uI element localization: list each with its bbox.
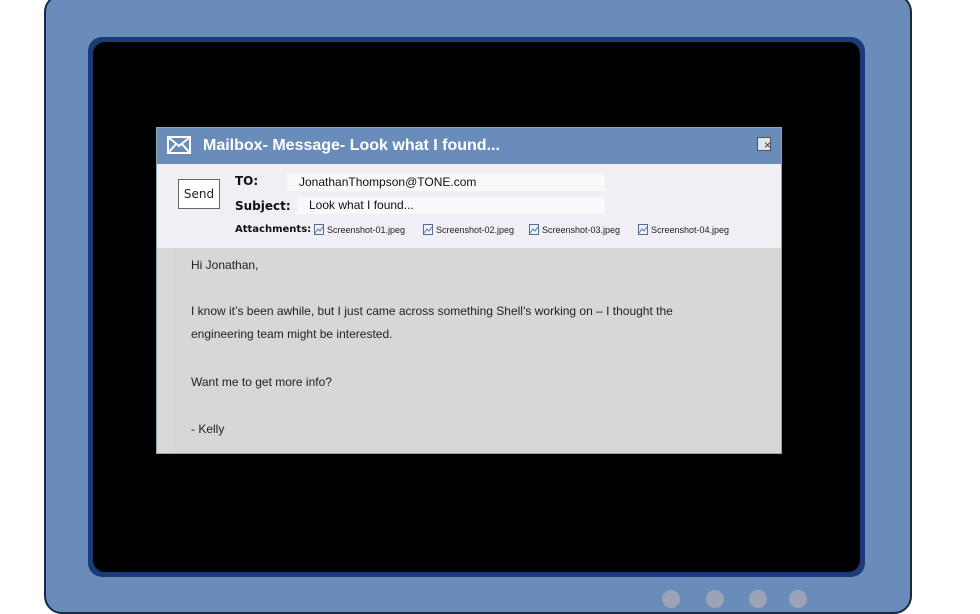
monitor-button[interactable] (662, 590, 680, 608)
image-file-icon (529, 224, 539, 235)
attachment-item[interactable]: Screenshot-03.jpeg (529, 224, 620, 235)
subject-label: Subject: (235, 199, 291, 213)
subject-field[interactable]: Look what I found... (297, 197, 605, 214)
message-body[interactable]: Hi Jonathan, I know it’s been awhile, bu… (173, 248, 781, 453)
to-field[interactable]: JonathanThompson@TONE.com (287, 174, 605, 191)
image-file-icon (423, 224, 433, 235)
mail-window: Mailbox- Message- Look what I found... ×… (156, 127, 782, 454)
message-header: Send TO: JonathanThompson@TONE.com Subje… (157, 164, 781, 248)
body-line: engineering team might be interested. (191, 327, 393, 341)
envelope-icon (167, 136, 191, 154)
body-line: Want me to get more info? (191, 375, 332, 389)
monitor-button[interactable] (789, 590, 807, 608)
attachments-label: Attachments: (235, 224, 312, 235)
attachment-name: Screenshot-03.jpeg (542, 224, 621, 235)
attachment-item[interactable]: Screenshot-01.jpeg (314, 224, 405, 235)
attachment-item[interactable]: Screenshot-02.jpeg (423, 224, 514, 235)
monitor-button[interactable] (706, 590, 724, 608)
body-line: I know it’s been awhile, but I just came… (191, 304, 673, 318)
image-file-icon (314, 224, 324, 235)
monitor-button[interactable] (749, 590, 767, 608)
image-file-icon (638, 224, 648, 235)
send-button[interactable]: Send (178, 179, 220, 209)
attachment-name: Screenshot-02.jpeg (436, 224, 515, 235)
attachment-name: Screenshot-04.jpeg (651, 224, 730, 235)
close-button[interactable]: × (757, 137, 771, 151)
attachment-name: Screenshot-01.jpeg (327, 224, 406, 235)
body-signature: - Kelly (191, 422, 225, 436)
body-greeting: Hi Jonathan, (191, 258, 259, 272)
title-bar: Mailbox- Message- Look what I found... × (157, 128, 781, 164)
window-title: Mailbox- Message- Look what I found... (203, 137, 500, 154)
attachment-item[interactable]: Screenshot-04.jpeg (638, 224, 729, 235)
to-label: TO: (235, 174, 259, 188)
